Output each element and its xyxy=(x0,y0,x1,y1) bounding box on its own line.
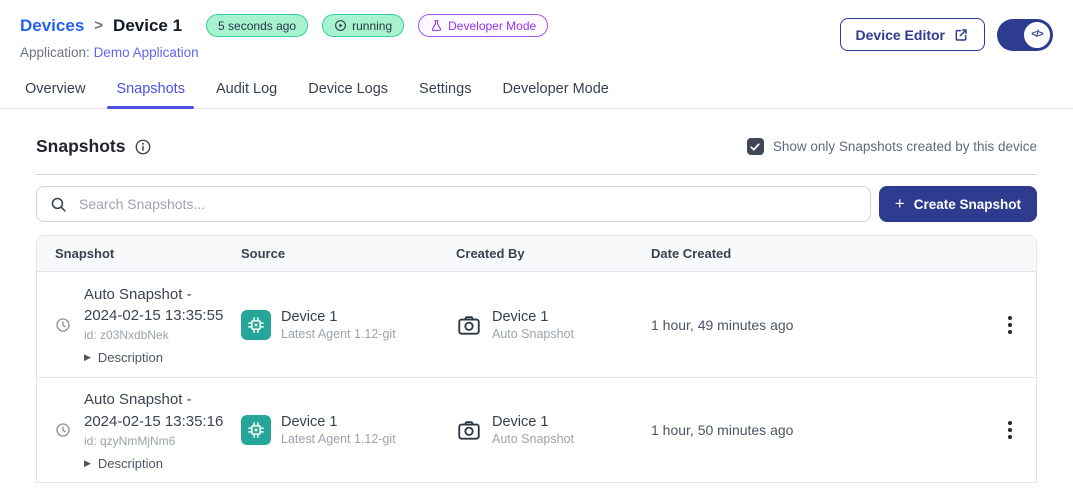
camera-icon xyxy=(456,417,482,443)
page-header: Devices > Device 1 5 seconds ago running xyxy=(0,0,1073,60)
tab-snapshots[interactable]: Snapshots xyxy=(107,72,194,108)
tab-settings[interactable]: Settings xyxy=(410,72,480,108)
triangle-right-icon: ▶ xyxy=(84,352,91,363)
source-device-name: Device 1 xyxy=(281,309,396,325)
filter-checkbox[interactable] xyxy=(747,138,764,155)
snapshot-title: Auto Snapshot - 2024-02-15 13:35:16 xyxy=(84,389,232,432)
column-header-created-by: Created By xyxy=(456,246,651,261)
camera-icon xyxy=(456,312,482,338)
tab-developer-mode[interactable]: Developer Mode xyxy=(493,72,617,108)
developer-mode-toggle[interactable]: </> xyxy=(997,19,1053,51)
application-label: Application: xyxy=(20,45,90,60)
plus-icon: + xyxy=(895,194,905,214)
external-link-icon xyxy=(953,27,969,43)
tab-audit-log[interactable]: Audit Log xyxy=(207,72,286,108)
description-toggle[interactable]: ▶ Description xyxy=(84,350,232,365)
snapshots-table: Snapshot Source Created By Date Created … xyxy=(36,235,1037,483)
created-by-method: Auto Snapshot xyxy=(492,327,574,341)
column-header-date-created: Date Created xyxy=(651,246,996,261)
search-box[interactable] xyxy=(36,186,871,222)
column-header-snapshot: Snapshot xyxy=(55,246,241,261)
tab-overview[interactable]: Overview xyxy=(16,72,94,108)
clock-icon xyxy=(55,422,71,438)
status-badge: running xyxy=(322,14,404,37)
breadcrumb-devices-link[interactable]: Devices xyxy=(20,16,84,36)
device-chip-icon xyxy=(241,310,271,340)
application-link[interactable]: Demo Application xyxy=(94,45,199,60)
device-chip-icon xyxy=(241,415,271,445)
created-by-name: Device 1 xyxy=(492,309,574,325)
application-line: Application: Demo Application xyxy=(20,45,548,60)
table-header-row: Snapshot Source Created By Date Created xyxy=(37,236,1036,272)
create-snapshot-button[interactable]: + Create Snapshot xyxy=(879,186,1037,222)
last-seen-badge: 5 seconds ago xyxy=(206,14,308,37)
flask-icon xyxy=(430,19,443,32)
source-agent: Latest Agent 1.12-git xyxy=(281,327,396,341)
triangle-right-icon: ▶ xyxy=(84,458,91,469)
play-circle-icon xyxy=(334,19,347,32)
breadcrumb-separator: > xyxy=(94,17,103,34)
developer-mode-badge[interactable]: Developer Mode xyxy=(418,14,548,37)
created-by-name: Device 1 xyxy=(492,414,574,430)
checkmark-icon xyxy=(749,141,761,153)
kebab-menu-icon[interactable] xyxy=(996,415,1024,445)
clock-icon xyxy=(55,317,71,333)
table-row: Auto Snapshot - 2024-02-15 13:35:16 id: … xyxy=(37,377,1036,482)
snapshot-title: Auto Snapshot - 2024-02-15 13:35:55 xyxy=(84,284,232,327)
column-header-source: Source xyxy=(241,246,456,261)
filter-checkbox-label[interactable]: Show only Snapshots created by this devi… xyxy=(773,139,1037,154)
breadcrumb-current-device: Device 1 xyxy=(113,16,182,36)
description-toggle[interactable]: ▶ Description xyxy=(84,456,232,471)
section-title: Snapshots xyxy=(36,136,125,157)
search-input[interactable] xyxy=(79,196,857,212)
source-device-name: Device 1 xyxy=(281,414,396,430)
section-divider xyxy=(36,174,1037,175)
snapshot-id: id: z03NxdbNek xyxy=(84,328,232,342)
date-created: 1 hour, 50 minutes ago xyxy=(651,422,996,438)
info-icon[interactable] xyxy=(134,138,152,156)
tab-bar: Overview Snapshots Audit Log Device Logs… xyxy=(0,72,1073,109)
snapshot-id: id: qzyNmMjNm6 xyxy=(84,434,232,448)
tab-device-logs[interactable]: Device Logs xyxy=(299,72,397,108)
source-agent: Latest Agent 1.12-git xyxy=(281,432,396,446)
code-toggle-icon: </> xyxy=(1022,20,1052,50)
device-editor-button[interactable]: Device Editor xyxy=(840,18,985,51)
table-row: Auto Snapshot - 2024-02-15 13:35:55 id: … xyxy=(37,272,1036,377)
search-icon xyxy=(50,196,67,213)
breadcrumb: Devices > Device 1 5 seconds ago running xyxy=(20,14,548,37)
date-created: 1 hour, 49 minutes ago xyxy=(651,317,996,333)
kebab-menu-icon[interactable] xyxy=(996,310,1024,340)
created-by-method: Auto Snapshot xyxy=(492,432,574,446)
